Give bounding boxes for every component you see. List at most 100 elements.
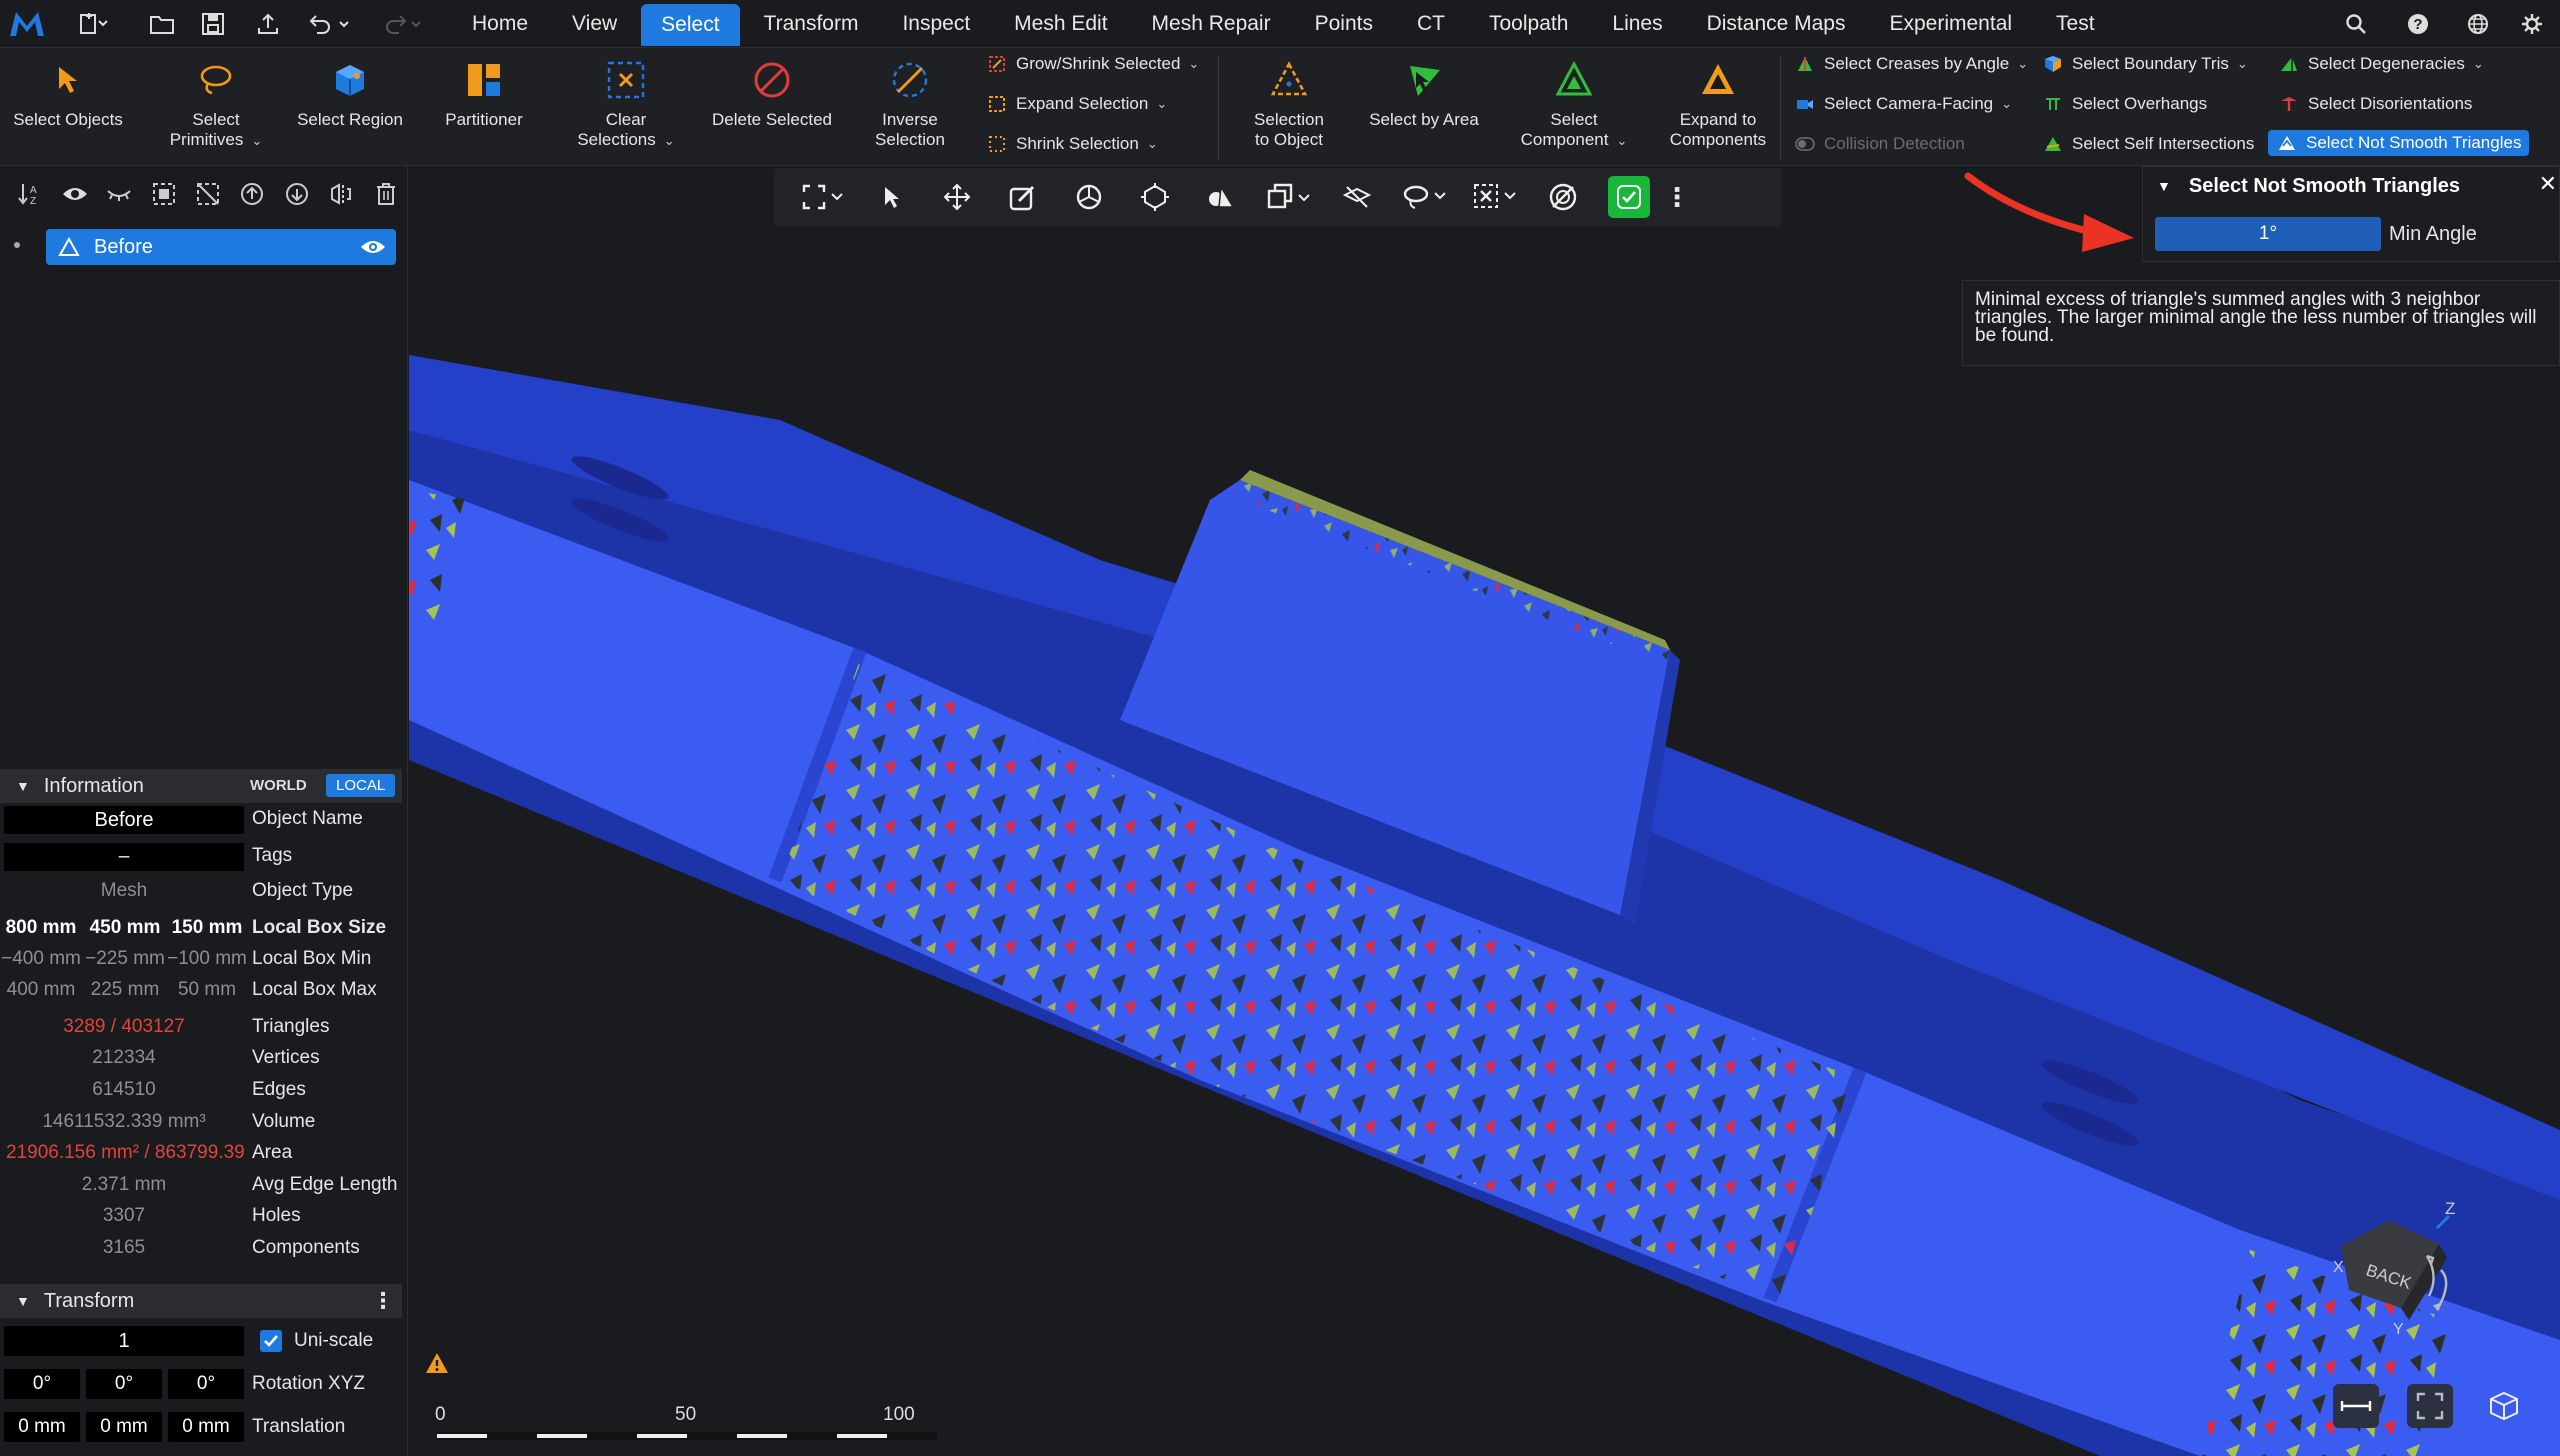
grow-shrink-selected-button[interactable]: Grow/Shrink Selected ⌄ [986, 52, 1199, 76]
world-toggle[interactable]: WORLD [244, 776, 313, 795]
visibility-eye-icon[interactable] [360, 238, 386, 256]
tab-experimental[interactable]: Experimental [1869, 0, 2032, 48]
tab-lines[interactable]: Lines [1592, 0, 1682, 48]
measure-ruler-button[interactable] [2333, 1384, 2379, 1428]
shrink-selection-button[interactable]: Shrink Selection ⌄ [986, 132, 1158, 156]
move-down-icon[interactable] [275, 178, 319, 210]
tab-ct[interactable]: CT [1397, 0, 1465, 48]
tab-transform[interactable]: Transform [744, 0, 879, 48]
hide-plane-icon[interactable] [1324, 176, 1390, 218]
undo-icon[interactable] [304, 8, 356, 40]
tab-test[interactable]: Test [2036, 0, 2115, 48]
select-not-smooth-triangles-button[interactable]: Select Not Smooth Triangles [2268, 130, 2530, 156]
navigation-cube[interactable]: BACK Z X Y [2289, 1196, 2479, 1346]
view-cube-button[interactable] [2481, 1384, 2527, 1428]
translation-x-input[interactable]: 0 mm [4, 1412, 80, 1442]
min-angle-input[interactable]: 1° [2155, 217, 2381, 251]
orbit-icon[interactable] [1056, 176, 1122, 218]
chevron-down-icon: ⌄ [2236, 56, 2248, 71]
transform-header[interactable]: ▼ Transform ⋮ [0, 1284, 402, 1318]
select-overhangs-button[interactable]: Select Overhangs [2042, 92, 2207, 116]
shapes-icon[interactable] [1188, 176, 1254, 218]
rotation-y-input[interactable]: 0° [86, 1369, 162, 1399]
select-component-button[interactable]: Select Component ⌄ [1510, 58, 1638, 151]
settings-gear-icon[interactable] [2512, 8, 2552, 40]
help-icon[interactable]: ? [2398, 8, 2438, 40]
select-disorientations-button[interactable]: Select Disorientations [2278, 92, 2472, 116]
select-boundary-tris-button[interactable]: Select Boundary Tris ⌄ [2042, 52, 2248, 76]
select-primitives-button[interactable]: Select Primitives ⌄ [156, 58, 276, 151]
deselect-all-objects-icon[interactable] [186, 178, 230, 210]
local-toggle[interactable]: LOCAL [326, 774, 396, 797]
svg-text:A: A [30, 185, 37, 196]
translation-y-input[interactable]: 0 mm [86, 1412, 162, 1442]
select-degeneracies-button[interactable]: Select Degeneracies ⌄ [2278, 52, 2484, 76]
tab-select[interactable]: Select [641, 4, 740, 46]
close-icon[interactable]: ✕ [2539, 171, 2557, 197]
chevron-down-icon: ⌄ [1616, 133, 1628, 148]
search-icon[interactable] [2336, 8, 2376, 40]
tab-mesh-edit[interactable]: Mesh Edit [994, 0, 1127, 48]
explode-icon[interactable] [1122, 176, 1188, 218]
trash-icon[interactable] [364, 178, 408, 210]
no-filter-icon[interactable] [1530, 176, 1596, 218]
hide-all-eye-icon[interactable] [97, 178, 141, 210]
move-arrows-icon[interactable] [924, 176, 990, 218]
tags-field[interactable]: – [4, 843, 244, 871]
information-header[interactable]: ▼ Information WORLD LOCAL [0, 769, 402, 803]
export-icon[interactable] [250, 8, 286, 40]
collapse-chevron-icon[interactable]: ▼ [2157, 178, 2171, 194]
scale-input[interactable]: 1 [4, 1326, 244, 1356]
select-objects-button[interactable]: Select Objects [8, 58, 128, 130]
rotation-z-input[interactable]: 0° [168, 1369, 244, 1399]
tab-points[interactable]: Points [1295, 0, 1393, 48]
rotation-x-input[interactable]: 0° [4, 1369, 80, 1399]
warning-icon[interactable] [425, 1352, 449, 1376]
tab-toolpath[interactable]: Toolpath [1469, 0, 1588, 48]
uniscale-checkbox[interactable] [260, 1330, 282, 1352]
deselect-box-icon[interactable] [1460, 176, 1530, 218]
save-icon[interactable] [196, 8, 232, 40]
select-self-intersections-button[interactable]: Select Self Intersections [2042, 132, 2254, 156]
expand-selection-button[interactable]: Expand Selection ⌄ [986, 92, 1167, 116]
edit-mesh-icon[interactable] [990, 176, 1056, 218]
delete-selected-button[interactable]: Delete Selected [704, 58, 840, 130]
inverse-selection-button[interactable]: Inverse Selection [850, 58, 970, 150]
globe-icon[interactable] [2458, 8, 2498, 40]
open-folder-icon[interactable] [144, 8, 180, 40]
tab-mesh-repair[interactable]: Mesh Repair [1132, 0, 1291, 48]
pointer-icon[interactable] [858, 176, 924, 218]
more-tools-icon[interactable]: ⋮ [1662, 176, 1692, 218]
mirror-icon[interactable] [319, 178, 363, 210]
object-name-field[interactable]: Before [4, 806, 244, 834]
more-options-icon[interactable]: ⋮ [372, 1288, 394, 1314]
tab-distance-maps[interactable]: Distance Maps [1687, 0, 1866, 48]
show-all-eye-icon[interactable] [52, 178, 96, 210]
tab-inspect[interactable]: Inspect [882, 0, 990, 48]
boundary-tris-icon [2042, 53, 2064, 75]
select-region-button[interactable]: Select Region [290, 58, 410, 130]
select-all-objects-icon[interactable] [141, 178, 185, 210]
fit-view-button[interactable] [2407, 1384, 2453, 1428]
select-by-area-button[interactable]: Select by Area [1362, 58, 1486, 130]
expand-to-components-button[interactable]: Expand to Components [1658, 58, 1778, 150]
duplicate-icon[interactable] [1254, 176, 1324, 218]
sort-az-icon[interactable]: AZ [8, 178, 52, 210]
lasso-select-icon[interactable] [1390, 176, 1460, 218]
tab-view[interactable]: View [552, 0, 637, 48]
partitioner-button[interactable]: Partitioner [424, 58, 544, 130]
select-creases-by-angle-button[interactable]: Select Creases by Angle ⌄ [1794, 52, 2028, 76]
tab-home[interactable]: Home [452, 0, 548, 48]
clear-selections-button[interactable]: Clear Selections ⌄ [566, 58, 686, 151]
new-file-icon[interactable] [70, 8, 116, 40]
fit-selection-icon[interactable] [788, 176, 858, 218]
confirm-check-button[interactable] [1596, 176, 1662, 218]
app-logo-icon[interactable] [8, 8, 46, 40]
selection-to-object-button[interactable]: Selection to Object [1230, 58, 1348, 150]
translation-z-input[interactable]: 0 mm [168, 1412, 244, 1442]
select-camera-facing-button[interactable]: Select Camera-Facing ⌄ [1794, 92, 2012, 116]
toggle-off-icon [1794, 133, 1816, 155]
degeneracies-icon [2278, 53, 2300, 75]
scene-object-before[interactable]: Before [46, 229, 396, 265]
move-up-icon[interactable] [230, 178, 274, 210]
